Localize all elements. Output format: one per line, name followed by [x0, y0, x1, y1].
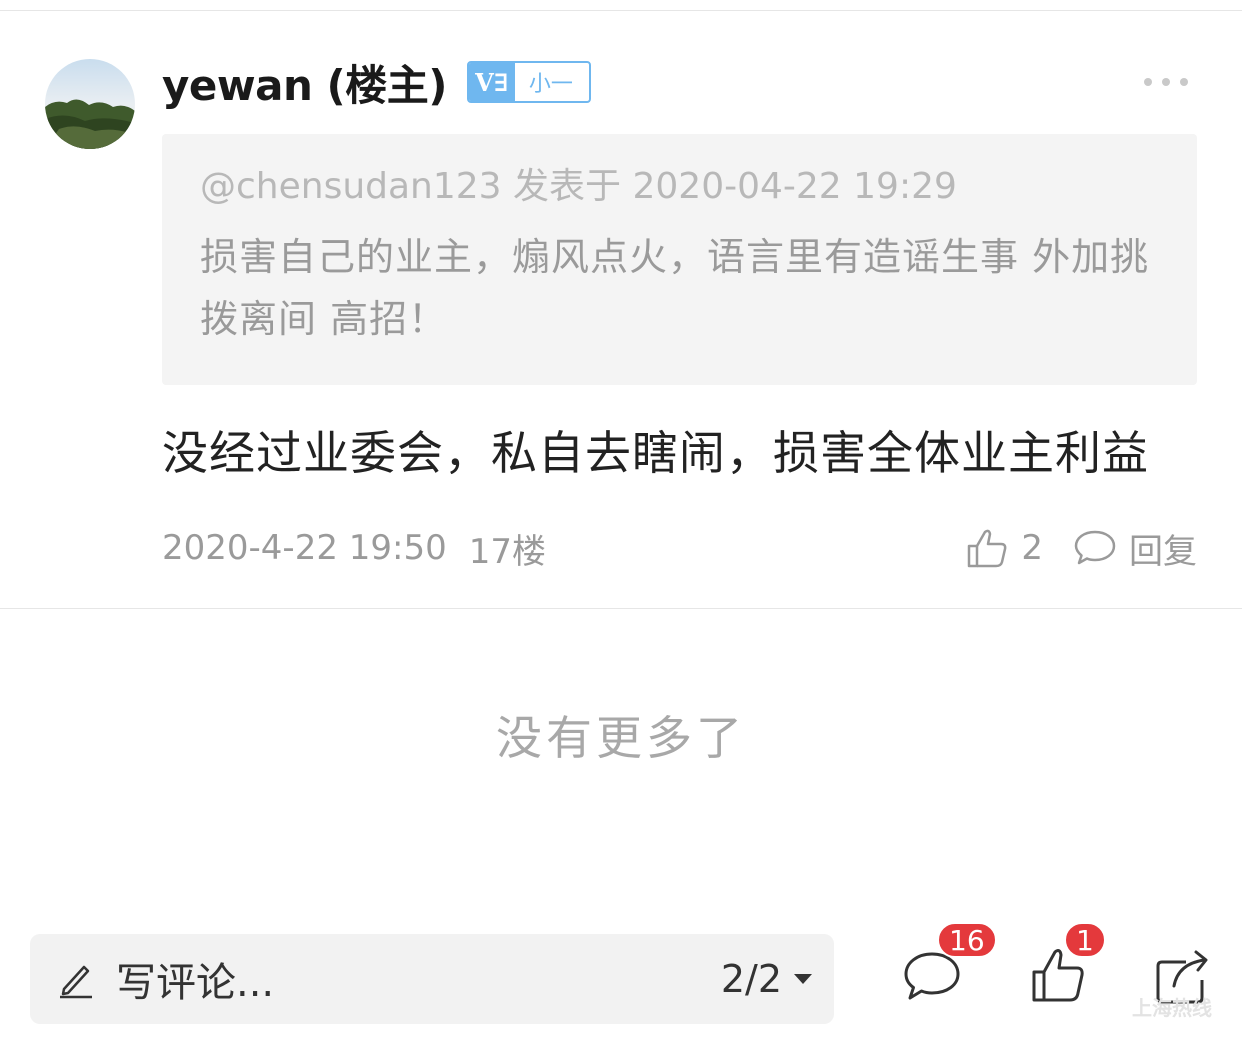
page-selector[interactable]: 2/2	[721, 957, 812, 1001]
site-watermark: 上海热线	[1132, 996, 1212, 1018]
comment-placeholder: 写评论...	[116, 960, 275, 1006]
like-count: 2	[1021, 528, 1043, 568]
post-time: 2020-4-22 19:50	[162, 528, 447, 568]
page-indicator: 2/2	[720, 957, 782, 1001]
comments-count-badge: 16	[937, 922, 997, 958]
list-end-message: 没有更多了	[496, 711, 746, 765]
author-row: yewan (楼主) V∃ 小一	[162, 52, 591, 112]
quote-meta: @chensudan123 发表于 2020-04-22 19:29	[200, 166, 957, 207]
avatar-image	[45, 59, 135, 149]
speech-bubble-icon	[1074, 530, 1116, 565]
reply-button[interactable]: 回复	[1073, 524, 1197, 573]
post-body: 没经过业委会，私自去瞎闹，损害全体业主利益	[162, 426, 1149, 480]
author-name[interactable]: yewan (楼主)	[162, 52, 447, 113]
post-floor: 17楼	[468, 531, 547, 572]
reply-label: 回复	[1129, 531, 1197, 572]
section-divider	[0, 608, 1242, 609]
post-footer: 2020-4-22 19:50 17楼 2 回复	[162, 524, 1197, 572]
pencil-icon	[60, 965, 92, 999]
thumbs-up-icon	[968, 529, 1007, 568]
top-divider	[0, 10, 1242, 11]
level-badge: V∃ 小一	[466, 61, 591, 103]
comment-input-bar[interactable]: 写评论... 2/2	[30, 934, 834, 1024]
post-actions: 2 回复	[965, 524, 1197, 573]
likes-count-badge: 1	[1064, 922, 1106, 958]
quoted-post: @chensudan123 发表于 2020-04-22 19:29 损害自己的…	[162, 134, 1197, 385]
badge-v-icon: V∃	[468, 63, 515, 101]
caret-down-icon	[794, 974, 812, 984]
more-options-icon[interactable]	[1144, 72, 1188, 92]
avatar[interactable]	[45, 59, 135, 149]
quote-text: 损害自己的业主，煽风点火，语言里有造谣生事 外加挑拨离间 高招！	[200, 235, 1150, 341]
badge-level: 小一	[528, 72, 573, 97]
like-button[interactable]: 2	[965, 526, 1043, 570]
